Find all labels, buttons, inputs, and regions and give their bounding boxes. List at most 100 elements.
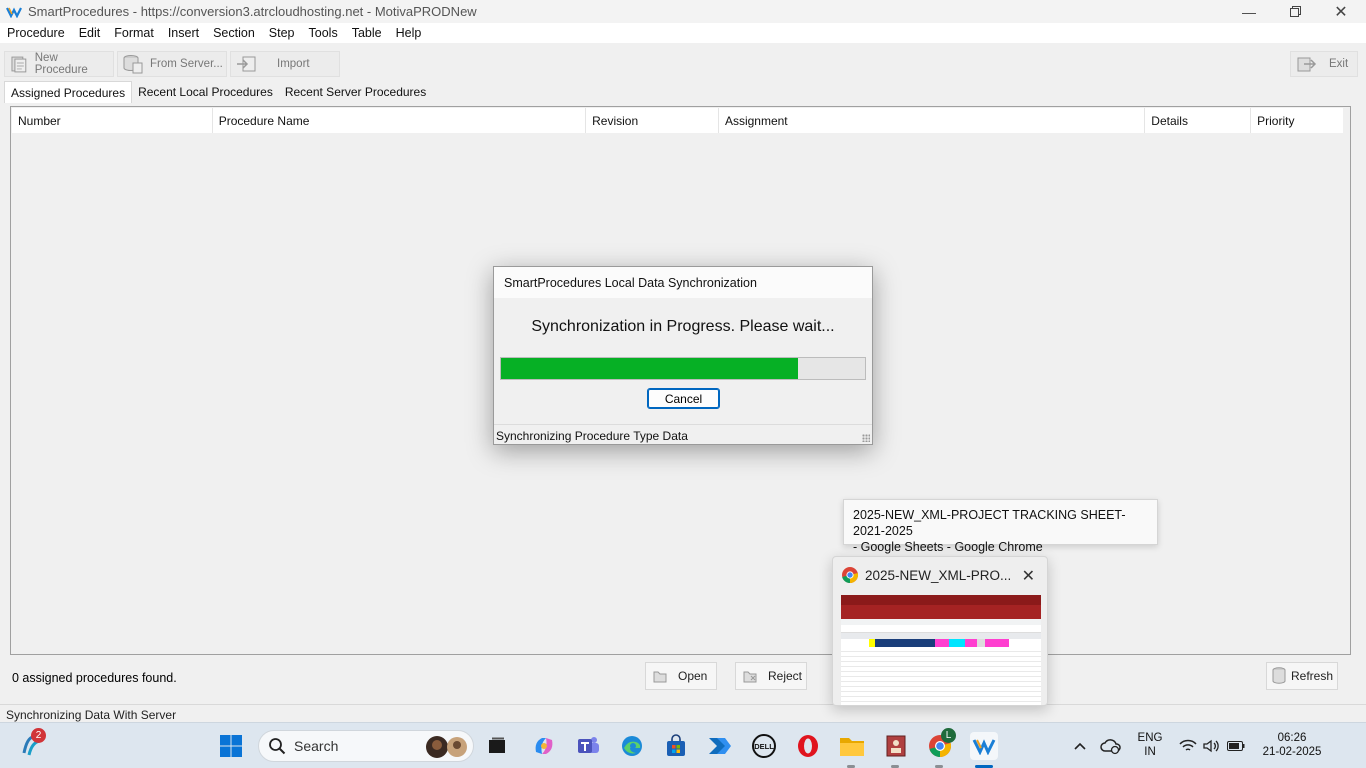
column-assignment[interactable]: Assignment [719, 108, 1146, 133]
column-revision[interactable]: Revision [586, 108, 719, 133]
edge-icon [622, 736, 642, 756]
cancel-button[interactable]: Cancel [647, 388, 720, 409]
grid-header: Number Procedure Name Revision Assignmen… [12, 108, 1343, 133]
opera-button[interactable] [794, 732, 822, 760]
close-icon: ✕ [1334, 3, 1348, 21]
exit-button[interactable]: Exit [1290, 51, 1358, 77]
menu-insert[interactable]: Insert [161, 26, 206, 40]
toolbar: New Procedure From Server... Import Exit [0, 48, 1366, 80]
column-procedure-name[interactable]: Procedure Name [213, 108, 587, 133]
search-icon [269, 738, 286, 755]
reject-button[interactable]: Reject [735, 662, 807, 690]
edge-button[interactable] [618, 732, 646, 760]
dell-button[interactable]: DELL [750, 732, 778, 760]
copilot-icon [535, 738, 553, 754]
task-view-icon [489, 737, 505, 753]
sync-dialog: SmartProcedures Local Data Synchronizati… [493, 266, 873, 445]
tab-assigned-procedures[interactable]: Assigned Procedures [4, 81, 133, 103]
restore-button[interactable] [1272, 0, 1318, 23]
preview-title: 2025-NEW_XML-PRO... [865, 567, 1012, 583]
tab-recent-server-procedures[interactable]: Recent Server Procedures [279, 81, 432, 103]
tooltip-line-2: - Google Sheets - Google Chrome [853, 540, 1043, 554]
bookcase-icon [886, 735, 906, 757]
preview-close-icon[interactable]: ✕ [1022, 566, 1035, 586]
refresh-icon [1272, 667, 1286, 684]
task-view-button[interactable] [483, 732, 511, 760]
menu-table[interactable]: Table [345, 26, 389, 40]
opera-icon [798, 735, 818, 757]
minimize-button[interactable]: — [1226, 0, 1272, 23]
store-icon [667, 734, 685, 756]
smartprocedures-taskbar-button[interactable] [970, 732, 998, 760]
window-title: SmartProcedures - https://conversion3.at… [28, 4, 477, 19]
copilot-button[interactable] [530, 732, 558, 760]
menu-bar: Procedure Edit Format Insert Section Ste… [0, 23, 1366, 43]
procedure-count-label: 0 assigned procedures found. [12, 671, 177, 685]
menu-help[interactable]: Help [389, 26, 429, 40]
menu-step[interactable]: Step [262, 26, 302, 40]
new-procedure-button[interactable]: New Procedure [4, 51, 114, 77]
teams-icon [578, 737, 599, 753]
start-button[interactable] [217, 732, 245, 760]
menu-section[interactable]: Section [206, 26, 262, 40]
svg-text:DELL: DELL [754, 742, 774, 751]
dialog-title: SmartProcedures Local Data Synchronizati… [494, 267, 872, 298]
open-icon [653, 671, 667, 683]
close-button[interactable]: ✕ [1318, 0, 1364, 23]
sync-tray-button[interactable] [1097, 732, 1125, 760]
preview-thumbnail [841, 595, 1041, 705]
file-explorer-button[interactable] [838, 732, 866, 760]
refresh-button[interactable]: Refresh [1266, 662, 1338, 690]
taskbar-search[interactable]: Search [258, 730, 474, 762]
procedure-tabs: Assigned Procedures Recent Local Procedu… [4, 81, 432, 103]
import-icon [237, 56, 256, 72]
new-document-icon [11, 56, 27, 73]
chrome-window-preview[interactable]: 2025-NEW_XML-PRO... ✕ [832, 556, 1048, 706]
resize-grip[interactable] [862, 434, 870, 442]
clock[interactable]: 06:26 21-02-2025 [1256, 731, 1328, 759]
windows-start-icon [220, 735, 242, 757]
from-server-button[interactable]: From Server... [117, 51, 227, 77]
import-button[interactable]: Import [230, 51, 340, 77]
column-details[interactable]: Details [1145, 108, 1252, 133]
folder-icon [840, 738, 864, 756]
exit-icon [1297, 57, 1317, 72]
smartprocedures-icon [972, 739, 996, 755]
dialog-status: Synchronizing Procedure Type Data [494, 424, 872, 445]
teams-button[interactable] [574, 732, 602, 760]
reject-icon [743, 671, 757, 683]
restore-icon [1289, 6, 1301, 17]
taskbar-tooltip: 2025-NEW_XML-PROJECT TRACKING SHEET-2021… [843, 499, 1158, 554]
menu-edit[interactable]: Edit [72, 26, 108, 40]
power-automate-button[interactable] [706, 732, 734, 760]
bookcase-app-button[interactable] [882, 732, 910, 760]
battery-button[interactable] [1222, 732, 1250, 760]
sync-progress-bar [500, 357, 866, 380]
server-icon [123, 55, 143, 74]
taskbar: 2 Search DELL L ENG IN 06:26 21-02-2025 [0, 722, 1366, 768]
column-number[interactable]: Number [12, 108, 213, 133]
cloud-sync-icon [1100, 739, 1121, 755]
menu-tools[interactable]: Tools [302, 26, 345, 40]
column-priority[interactable]: Priority [1251, 108, 1343, 133]
open-button[interactable]: Open [645, 662, 717, 690]
menu-procedure[interactable]: Procedure [0, 26, 72, 40]
progress-fill [501, 358, 798, 379]
minimize-icon: — [1242, 3, 1256, 20]
language-indicator[interactable]: ENG IN [1134, 731, 1166, 759]
app-logo-icon [6, 7, 22, 18]
show-hidden-icons-button[interactable] [1066, 732, 1094, 760]
chrome-icon [842, 567, 859, 584]
tab-recent-local-procedures[interactable]: Recent Local Procedures [132, 81, 279, 103]
store-button[interactable] [662, 732, 690, 760]
menu-format[interactable]: Format [107, 26, 161, 40]
chevron-up-icon [1074, 742, 1086, 750]
notification-badge: 2 [31, 728, 46, 743]
search-highlight-icon [426, 736, 467, 758]
tooltip-line-1: 2025-NEW_XML-PROJECT TRACKING SHEET-2021… [853, 508, 1126, 538]
volume-icon [1203, 739, 1219, 753]
dialog-message: Synchronization in Progress. Please wait… [531, 318, 835, 335]
status-bar: Synchronizing Data With Server [0, 704, 1366, 722]
wifi-icon [1179, 739, 1197, 751]
dell-icon: DELL [752, 734, 776, 758]
